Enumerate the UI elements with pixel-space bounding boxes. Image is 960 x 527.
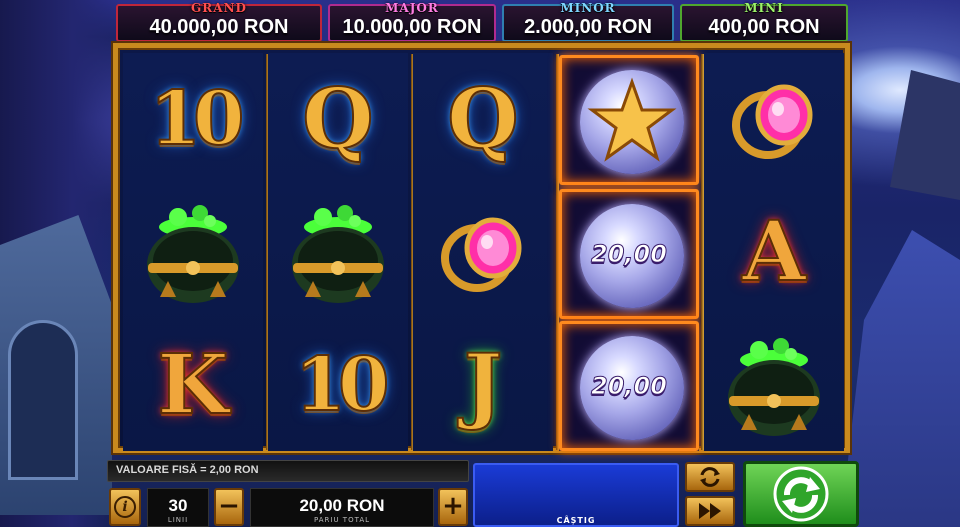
- symbol-ten: 10: [268, 319, 408, 451]
- jackpot-grand-label: GRAND: [191, 1, 247, 15]
- symbol-k: K: [123, 319, 263, 451]
- symbol-ten-text: 10: [149, 75, 246, 163]
- cauldron-icon: [268, 186, 408, 318]
- orb-value: 20,00: [591, 240, 668, 269]
- cauldron-icon: [123, 186, 263, 318]
- jackpot-grand-value: 40.000,00 RON: [149, 16, 289, 38]
- symbol-j-text: J: [463, 336, 504, 434]
- info-icon: i: [114, 496, 136, 518]
- spin-button[interactable]: [743, 461, 859, 527]
- symbol-a-text: A: [741, 203, 807, 301]
- orb-value-cell: 20,00: [559, 189, 699, 319]
- jackpot-minor: MINOR 2.000,00 RON: [502, 1, 674, 42]
- win-panel: CÂȘTIG: [473, 463, 679, 527]
- jackpot-mini-value: 400,00 RON: [708, 16, 820, 38]
- reel-2: Q 10: [268, 53, 408, 451]
- background-rock: [890, 70, 960, 200]
- star-orb-cell: [559, 55, 699, 185]
- reel-1: 10 K: [123, 53, 263, 451]
- symbol-a: A: [704, 186, 844, 318]
- bet-plus-button[interactable]: +: [438, 488, 468, 526]
- autoplay-button[interactable]: [685, 462, 735, 492]
- jackpot-minor-value: 2.000,00 RON: [524, 16, 652, 38]
- reel-4: 20,00 20,00: [559, 53, 699, 451]
- jackpot-grand: GRAND 40.000,00 RON: [116, 1, 322, 42]
- jackpot-mini-label: MINI: [744, 1, 784, 15]
- fast-forward-icon: [699, 503, 721, 519]
- lines-label: LINII: [167, 516, 189, 524]
- symbol-q: Q: [413, 53, 553, 185]
- reel-5: A: [704, 53, 844, 451]
- symbol-k-text: K: [156, 336, 229, 434]
- ring-icon: [413, 186, 553, 318]
- reel-3: Q J: [413, 53, 553, 451]
- win-label: CÂȘTIG: [556, 516, 596, 525]
- lines-value: 30: [168, 496, 188, 515]
- info-button[interactable]: i: [109, 488, 141, 526]
- reels-frame: 10 K Q 10 Q J 20,00 20,00 A: [113, 43, 850, 453]
- symbol-q-text: Q: [446, 70, 519, 168]
- turbo-button[interactable]: [685, 496, 735, 526]
- coin-value-text: VALOARE FISĂ = 2,00 RON: [116, 464, 259, 476]
- spin-icon: [773, 466, 829, 522]
- jackpot-major-label: MAJOR: [385, 1, 439, 15]
- control-bar: VALOARE FISĂ = 2,00 RON i 30 LINII − 20,…: [107, 458, 859, 527]
- lines-display: 30 LINII: [147, 488, 209, 527]
- symbol-ten: 10: [123, 53, 263, 185]
- orb-value: 20,00: [591, 372, 668, 401]
- jackpot-mini: MINI 400,00 RON: [680, 1, 848, 42]
- coin-value-strip: VALOARE FISĂ = 2,00 RON: [107, 460, 469, 482]
- ring-icon: [704, 53, 844, 185]
- star-orb-icon: [580, 70, 684, 174]
- symbol-ten-text: 10: [294, 341, 391, 429]
- refresh-icon: [700, 467, 720, 487]
- total-bet-value: 20,00 RON: [299, 496, 385, 515]
- bet-minus-button[interactable]: −: [214, 488, 244, 526]
- cauldron-icon: [704, 319, 844, 451]
- jackpot-major-value: 10.000,00 RON: [342, 16, 482, 38]
- jackpot-minor-label: MINOR: [560, 1, 616, 15]
- total-bet-label: PARIU TOTAL: [313, 516, 371, 524]
- background-house-door: [8, 320, 78, 480]
- symbol-q-text: Q: [301, 70, 374, 168]
- total-bet-display: 20,00 RON PARIU TOTAL: [250, 488, 434, 527]
- symbol-q: Q: [268, 53, 408, 185]
- jackpot-major: MAJOR 10.000,00 RON: [328, 1, 496, 42]
- symbol-j: J: [413, 319, 553, 451]
- orb-value-cell: 20,00: [559, 321, 699, 451]
- game-stage: GRAND 40.000,00 RON MAJOR 10.000,00 RON …: [0, 0, 960, 527]
